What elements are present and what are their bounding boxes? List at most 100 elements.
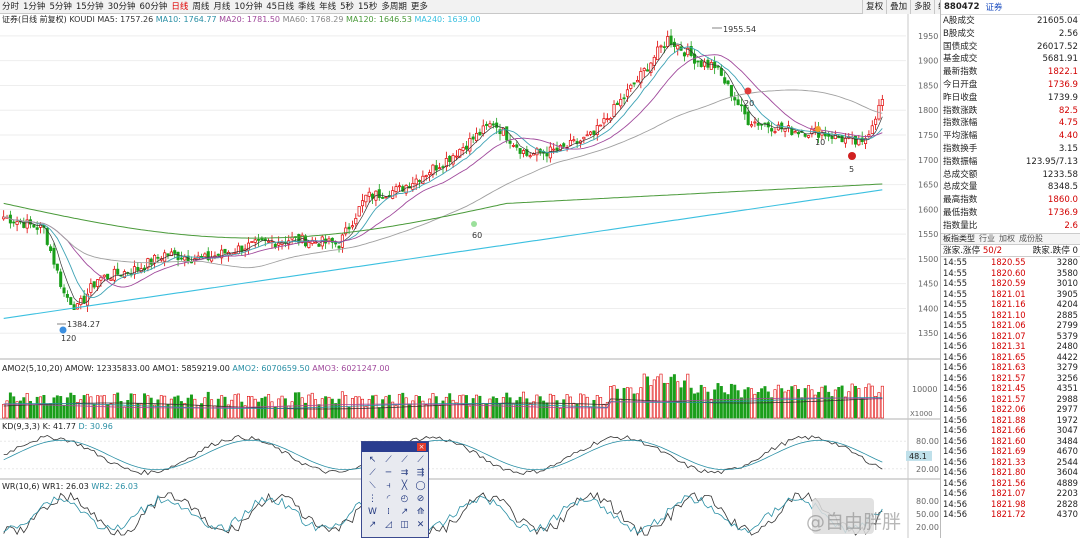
- fib-icon[interactable]: ⋮: [365, 493, 380, 505]
- channel-icon[interactable]: ⇶: [413, 467, 428, 479]
- volume-bar: [870, 385, 874, 419]
- circle-icon[interactable]: ◯: [413, 480, 428, 492]
- type-tab[interactable]: 行业: [979, 234, 995, 243]
- tick-v: 2480: [1056, 341, 1078, 352]
- up-arrow-icon[interactable]: ↗: [397, 506, 412, 518]
- ma240-label: MA240: 1639.00: [414, 15, 481, 24]
- period-tab[interactable]: 多周期: [379, 0, 409, 13]
- period-tab[interactable]: 10分钟: [232, 0, 264, 13]
- tick-row: 14:56 1821.63 3279: [941, 362, 1080, 373]
- parallel-icon[interactable]: ⇉: [397, 467, 412, 479]
- period-tab[interactable]: 45日线: [264, 0, 296, 13]
- period-tab[interactable]: 日线: [169, 0, 190, 13]
- tool-button[interactable]: 叠加: [886, 0, 910, 14]
- price-tick-label: 1500: [918, 255, 938, 264]
- tick-v: 4422: [1056, 351, 1078, 362]
- candle-body: [337, 245, 341, 249]
- wave-w-icon[interactable]: W: [365, 506, 380, 518]
- wr1-line: [3, 491, 883, 537]
- tick-t: 14:56: [943, 467, 968, 478]
- price-tick-label: 1900: [918, 57, 938, 66]
- tick-row: 14:56 1821.72 4370: [941, 509, 1080, 520]
- candle-body: [223, 248, 227, 254]
- tick-t: 14:56: [943, 509, 968, 520]
- volume-bar: [196, 404, 200, 419]
- tick-p: 1822.06: [991, 404, 1026, 415]
- slant-icon[interactable]: ⟍: [365, 480, 380, 492]
- volume-bar: [867, 383, 871, 419]
- volume-bar: [5, 400, 9, 419]
- arrow-icon[interactable]: ⟋: [365, 467, 380, 479]
- tick-p: 1821.06: [991, 320, 1026, 331]
- period-tab[interactable]: 15分钟: [74, 0, 106, 13]
- drawing-toolbox[interactable]: × ↖ ⟋ ⟋ ⟋ ⟋ ─ ⇉ ⇶ ⟍ ⫞ ╳ ◯ ⋮ ◜ ◴ ⊘ W ⁞ ↗ ⟰ ↗ ◿ ◫ ✕: [361, 441, 429, 538]
- stat-row: 最低指数 1736.9: [941, 207, 1080, 220]
- candle-body: [149, 258, 153, 265]
- volume-bar: [434, 396, 438, 419]
- arc-icon[interactable]: ◜: [381, 493, 396, 505]
- text-icon[interactable]: ↗: [365, 519, 380, 531]
- period-tab[interactable]: 1分钟: [21, 0, 47, 13]
- period-tab[interactable]: 30分钟: [106, 0, 138, 13]
- bars-icon[interactable]: ⟰: [413, 506, 428, 518]
- period-tab[interactable]: 60分钟: [138, 0, 170, 13]
- tick-row: 14:55 1821.01 3905: [941, 289, 1080, 300]
- rect-icon[interactable]: ◫: [397, 519, 412, 531]
- candle-body: [599, 124, 603, 127]
- stat-label: 最低指数: [943, 207, 978, 218]
- tool-button[interactable]: 复权: [862, 0, 886, 14]
- tick-list[interactable]: 14:55 1820.55 3280 14:55 1820.60 3580 14:55 182…: [941, 257, 1080, 520]
- period-tab[interactable]: 月线: [211, 0, 232, 13]
- period-tab[interactable]: 周线: [190, 0, 211, 13]
- gann-icon[interactable]: ◴: [397, 493, 412, 505]
- candle-body: [79, 298, 83, 305]
- tick-t: 14:56: [943, 372, 968, 383]
- volume-bar: [803, 388, 807, 419]
- wr2-label: WR2: 26.03: [91, 482, 139, 491]
- period-tab[interactable]: 年线: [317, 0, 338, 13]
- toolbox-titlebar[interactable]: ×: [362, 442, 428, 452]
- delete-icon[interactable]: ✕: [413, 519, 428, 531]
- wave-icon[interactable]: ⊘: [413, 493, 428, 505]
- volume-bar: [800, 397, 804, 419]
- line-icon[interactable]: ⟋: [381, 454, 396, 466]
- index-name[interactable]: 证券: [986, 1, 1003, 13]
- type-tab[interactable]: 成份股: [1019, 234, 1043, 243]
- stat-value: 8348.5: [1047, 182, 1078, 193]
- price-tick-label: 1850: [918, 81, 938, 90]
- period-tab[interactable]: 分时: [0, 0, 21, 13]
- segment-icon[interactable]: ⟋: [413, 454, 428, 466]
- tick-t: 14:56: [943, 446, 968, 457]
- candle-body: [843, 138, 847, 144]
- tick-t: 14:56: [943, 330, 968, 341]
- tool-button[interactable]: 多股: [910, 0, 934, 14]
- ray-icon[interactable]: ⟋: [397, 454, 412, 466]
- price-line-icon[interactable]: ⫞: [381, 480, 396, 492]
- volume-bar: [418, 395, 421, 419]
- type-tab[interactable]: 加权: [999, 234, 1015, 243]
- chart-canvas[interactable]: 1950 1900 1850 1800 1750 1700 1650 1600 1550 1500…: [0, 0, 940, 538]
- ma10-label: MA10: 1764.77: [155, 15, 217, 24]
- volume-bar: [156, 399, 160, 419]
- period-tab[interactable]: 15秒: [356, 0, 379, 13]
- volume-bar: [736, 390, 740, 419]
- pen-icon[interactable]: ◿: [381, 519, 396, 531]
- wr1-label: WR1: 26.03: [42, 482, 89, 491]
- period-tab[interactable]: 5秒: [338, 0, 356, 13]
- hline-icon[interactable]: ─: [381, 467, 396, 479]
- wr-info-bar: WR(10,6) WR1: 26.03 WR2: 26.03: [0, 481, 940, 492]
- tick-t: 14:56: [943, 498, 968, 509]
- period-tab[interactable]: 5分钟: [47, 0, 73, 13]
- candle-body: [528, 155, 532, 158]
- tick-v: 3256: [1056, 372, 1078, 383]
- period-tab[interactable]: 更多: [409, 0, 430, 13]
- volume-bar: [401, 392, 405, 419]
- cycle-icon[interactable]: ╳: [397, 480, 412, 492]
- tick-t: 14:55: [943, 299, 968, 310]
- close-icon[interactable]: ×: [417, 443, 426, 451]
- price-tick-label: 1950: [918, 32, 938, 41]
- cursor-icon[interactable]: ↖: [365, 454, 380, 466]
- mark-icon[interactable]: ⁞: [381, 506, 396, 518]
- stat-value: 1736.9: [1047, 79, 1078, 90]
- period-tab[interactable]: 季线: [296, 0, 317, 13]
